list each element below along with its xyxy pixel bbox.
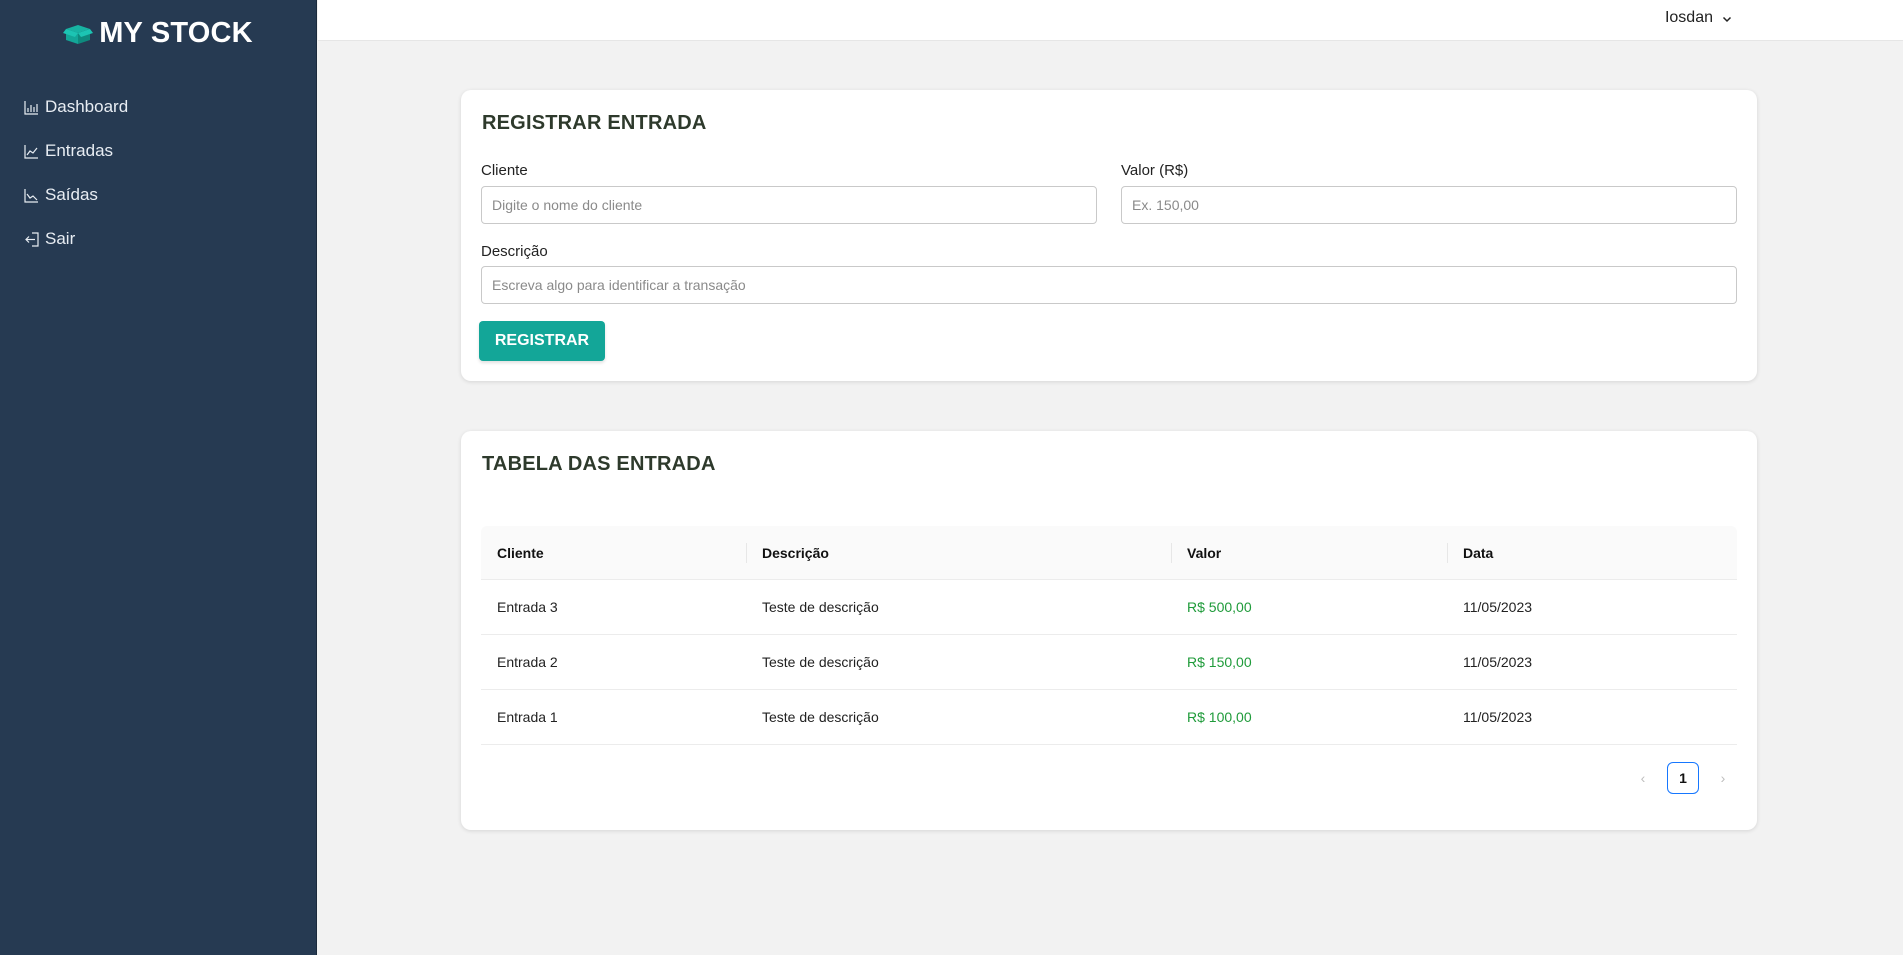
sidebar-nav: Dashboard Entradas Saídas Sair	[0, 85, 316, 261]
column-header-valor[interactable]: Valor	[1171, 526, 1447, 579]
cell-cliente: Entrada 1	[497, 709, 558, 725]
table-row: Entrada 1 Teste de descrição R$ 100,00 1…	[481, 690, 1737, 745]
descricao-input[interactable]	[481, 266, 1737, 304]
cell-data: 11/05/2023	[1463, 709, 1533, 725]
sidebar-item-entradas[interactable]: Entradas	[0, 129, 316, 173]
topbar: Iosdan	[318, 0, 1903, 41]
cell-cliente: Entrada 2	[497, 654, 558, 670]
column-header-data[interactable]: Data	[1447, 526, 1737, 579]
cell-data: 11/05/2023	[1463, 654, 1533, 670]
prev-page-button[interactable]: ‹	[1627, 762, 1659, 794]
valor-input[interactable]	[1121, 186, 1737, 224]
user-name: Iosdan	[1664, 9, 1713, 26]
brand[interactable]: MY STOCK	[0, 0, 316, 66]
logout-icon	[24, 231, 39, 247]
descricao-label: Descrição	[481, 243, 548, 260]
sidebar-item-saidas[interactable]: Saídas	[0, 173, 316, 217]
sidebar-item-sair[interactable]: Sair	[0, 217, 316, 261]
area-chart-icon	[24, 188, 39, 203]
cell-valor: R$ 500,00	[1187, 599, 1252, 615]
cell-descricao: Teste de descrição	[762, 599, 879, 615]
column-header-cliente[interactable]: Cliente	[481, 526, 746, 579]
pagination: ‹ 1 ›	[1627, 762, 1739, 794]
user-menu[interactable]: Iosdan	[1665, 9, 1733, 27]
table-row: Entrada 2 Teste de descrição R$ 150,00 1…	[481, 635, 1737, 690]
form-title: REGISTRAR ENTRADA	[482, 112, 707, 134]
next-page-button[interactable]: ›	[1707, 762, 1739, 794]
brand-name: MY STOCK	[99, 16, 253, 49]
cell-valor: R$ 150,00	[1187, 654, 1252, 670]
cliente-input[interactable]	[481, 186, 1097, 224]
cell-descricao: Teste de descrição	[762, 654, 879, 670]
register-entry-card: REGISTRAR ENTRADA Cliente Valor (R$) Des…	[461, 90, 1757, 381]
table-header: Cliente Descrição Valor Data	[481, 526, 1737, 580]
cell-cliente: Entrada 3	[497, 599, 558, 615]
sidebar: MY STOCK Dashboard Entradas Saídas Sair	[0, 0, 317, 955]
bar-chart-icon	[24, 100, 39, 115]
cell-data: 11/05/2023	[1463, 599, 1533, 615]
box-icon	[63, 21, 94, 45]
register-button[interactable]: REGISTRAR	[479, 321, 605, 361]
cell-descricao: Teste de descrição	[762, 709, 879, 725]
line-chart-icon	[24, 144, 39, 159]
sidebar-item-label: Sair	[45, 229, 76, 248]
sidebar-item-dashboard[interactable]: Dashboard	[0, 85, 316, 129]
entries-table: Cliente Descrição Valor Data Entrada 3 T…	[481, 526, 1737, 745]
sidebar-item-label: Entradas	[45, 141, 114, 160]
table-title: TABELA DAS ENTRADA	[482, 453, 716, 475]
cliente-label: Cliente	[481, 162, 528, 179]
entries-table-card: TABELA DAS ENTRADA Cliente Descrição Val…	[461, 431, 1757, 830]
column-header-descricao[interactable]: Descrição	[746, 526, 1171, 579]
cell-valor: R$ 100,00	[1187, 709, 1252, 725]
page-1-button[interactable]: 1	[1667, 762, 1699, 794]
sidebar-item-label: Dashboard	[45, 97, 129, 116]
valor-label: Valor (R$)	[1121, 162, 1189, 179]
sidebar-item-label: Saídas	[45, 185, 98, 204]
chevron-down-icon	[1721, 12, 1733, 24]
table-row: Entrada 3 Teste de descrição R$ 500,00 1…	[481, 580, 1737, 635]
